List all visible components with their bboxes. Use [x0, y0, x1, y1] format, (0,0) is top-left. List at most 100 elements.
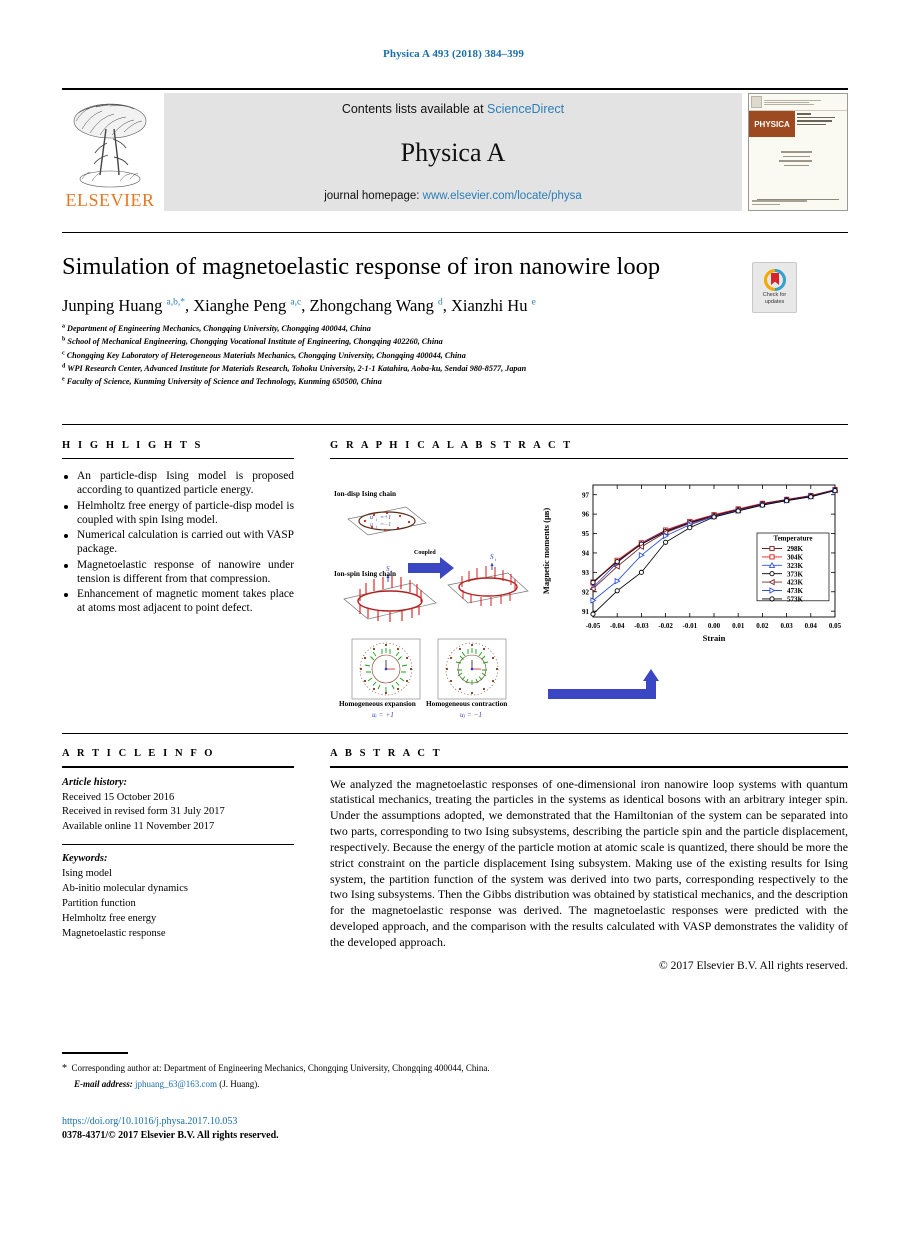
affiliation-e: e Faculty of Science, Kunming University… — [62, 376, 382, 387]
highlights-list: An particle-disp Ising model is proposed… — [62, 469, 294, 616]
svg-text:0.02: 0.02 — [756, 622, 769, 630]
journal-homepage-line: journal homepage: www.elsevier.com/locat… — [324, 190, 582, 202]
svg-text:Strain: Strain — [703, 633, 726, 643]
abstract-section: A B S T R A C T We analyzed the magnetoe… — [330, 748, 848, 972]
masthead-top-rule — [62, 88, 848, 90]
crossmark-label: Check for updates — [763, 292, 787, 305]
crossmark-label-line2: updates — [764, 299, 785, 305]
graphical-abstract-heading-rule — [330, 458, 848, 459]
abstract-text: We analyzed the magnetoelastic responses… — [330, 776, 848, 949]
page-title: Simulation of magnetoelastic response of… — [62, 253, 661, 280]
label-contraction-formula: uⱼ = −1 — [460, 710, 483, 719]
crossmark-icon — [763, 269, 786, 292]
graphical-abstract-figure: Ion-disp Ising chain ui =+1 uj =−1 S i S… — [330, 471, 848, 741]
sciencedirect-link[interactable]: ScienceDirect — [487, 102, 564, 116]
svg-text:S: S — [490, 553, 494, 561]
svg-text:-0.03: -0.03 — [634, 622, 649, 630]
highlight-item: Enhancement of magnetic moment takes pla… — [62, 587, 294, 616]
email-address-link[interactable]: jphuang_63@163.com — [135, 1079, 217, 1089]
svg-text:0.00: 0.00 — [708, 622, 721, 630]
affiliation-a: a Department of Engineering Mechanics, C… — [62, 323, 371, 333]
highlights-band-top-rule — [62, 424, 848, 425]
highlight-item: Helmholtz free energy of particle-disp m… — [62, 499, 294, 528]
chart-svg: -0.05 -0.04 -0.03 -0.02 -0.01 0.00 0.01 0.02 0.0… — [541, 484, 842, 643]
svg-text:i: i — [495, 557, 497, 562]
journal-cover-thumbnail[interactable]: PHYSICA — [748, 93, 848, 211]
keyword-item: Helmholtz free energy — [62, 912, 157, 924]
svg-text:i: i — [376, 517, 377, 522]
article-history-block: Article history: Received 15 October 201… — [62, 776, 294, 836]
cover-band-lines — [795, 111, 847, 137]
graphical-abstract-heading: G R A P H I C A L A B S T R A C T — [330, 440, 573, 451]
contents-available-line: Contents lists available at ScienceDirec… — [342, 102, 564, 116]
keywords-label: Keywords: — [62, 853, 108, 865]
affiliation-c: c Chongqing Key Laboratory of Heterogene… — [62, 349, 466, 360]
journal-title: Physica A — [400, 138, 506, 167]
svg-text:-0.04: -0.04 — [610, 622, 625, 630]
asterisk-icon: * — [62, 1063, 67, 1074]
label-expansion-formula: uᵢ = +1 — [372, 710, 394, 719]
footer-rule — [62, 1052, 128, 1054]
elsevier-wordmark: ELSEVIER — [65, 190, 155, 210]
article-info-section: A R T I C L E I N F O Article history: R… — [62, 748, 294, 942]
magnetic-moment-strain-chart: -0.05 -0.04 -0.03 -0.02 -0.01 0.00 0.01 0.02 0.0… — [535, 471, 847, 661]
svg-text:573K: 573K — [787, 596, 804, 604]
cover-bottom-lines — [752, 200, 844, 207]
svg-text:0.04: 0.04 — [805, 622, 818, 630]
keywords-divider — [62, 844, 294, 846]
blue-elbow-arrow-icon — [548, 669, 659, 699]
corresponding-author-text: Corresponding author at: Department of E… — [71, 1063, 490, 1073]
svg-text:473K: 473K — [787, 587, 804, 595]
svg-text:0.01: 0.01 — [732, 622, 745, 630]
article-history-list: Received 15 October 2016 Received in revi… — [62, 791, 294, 836]
paper-page: Physica A 493 (2018) 384–399 ELSEVIER Co… — [0, 0, 907, 1238]
masthead-center-panel: Contents lists available at ScienceDirec… — [164, 93, 742, 211]
svg-text:298K: 298K — [787, 545, 804, 553]
keywords-block: Keywords: Ising model Ab-initio molecular… — [62, 852, 294, 941]
title-top-rule — [62, 232, 848, 233]
email-address-suffix: (J. Huang). — [219, 1079, 260, 1089]
journal-homepage-link[interactable]: www.elsevier.com/locate/physa — [423, 190, 582, 202]
journal-masthead: ELSEVIER Contents lists available at Sci… — [62, 88, 848, 211]
svg-text:Temperature: Temperature — [774, 535, 813, 543]
label-ion-spin-chain: Ion-spin Ising chain — [334, 569, 397, 578]
abstract-band-top-rule — [62, 733, 848, 734]
svg-text:-0.05: -0.05 — [586, 622, 601, 630]
highlight-item: Magnetoelastic response of nanowire unde… — [62, 558, 294, 587]
label-homogeneous-contraction: Homogeneous contraction — [426, 699, 508, 708]
svg-text:95: 95 — [582, 530, 590, 538]
elsevier-logo: ELSEVIER — [62, 93, 158, 211]
cover-logo-box — [751, 96, 762, 108]
highlights-heading-rule — [62, 458, 294, 459]
highlights-section: H I G H L I G H T S An particle-disp Isi… — [62, 440, 294, 617]
doi-link[interactable]: https://doi.org/10.1016/j.physa.2017.10.… — [62, 1116, 237, 1127]
highlights-heading: H I G H L I G H T S — [62, 440, 203, 451]
svg-text:=+1: =+1 — [380, 515, 391, 521]
keywords-list: Ising model Ab-initio molecular dynamics P… — [62, 867, 294, 942]
svg-text:-0.01: -0.01 — [683, 622, 698, 630]
elsevier-tree-icon — [73, 103, 147, 188]
corresponding-author-note: * Corresponding author at: Department of… — [62, 1060, 762, 1092]
article-history-item: Received in revised form 31 July 2017 — [62, 806, 225, 818]
homepage-prefix: journal homepage: — [324, 190, 423, 202]
article-history-item: Available online 11 November 2017 — [62, 821, 215, 833]
svg-text:91: 91 — [582, 608, 590, 616]
author-list: Junping Huang a,b,*, Xianghe Peng a,c, Z… — [62, 296, 536, 315]
contents-prefix: Contents lists available at — [341, 102, 488, 116]
email-address-label: E-mail address: — [74, 1079, 133, 1089]
svg-text:=−1: =−1 — [380, 522, 391, 528]
svg-text:j: j — [375, 524, 378, 529]
svg-text:97: 97 — [582, 491, 590, 499]
article-info-heading: A R T I C L E I N F O — [62, 748, 216, 759]
highlight-item: Numerical calculation is carried out wit… — [62, 528, 294, 557]
svg-text:423K: 423K — [787, 579, 804, 587]
abstract-heading-rule — [330, 766, 848, 768]
svg-text:304K: 304K — [787, 554, 804, 562]
schematic-diagrams: Ion-disp Ising chain ui =+1 uj =−1 S i S… — [330, 471, 530, 736]
svg-text:u: u — [370, 515, 373, 521]
keyword-item: Ising model — [62, 868, 112, 880]
article-info-heading-rule — [62, 766, 294, 768]
article-history-label: Article history: — [62, 776, 128, 788]
svg-text:-0.02: -0.02 — [658, 622, 673, 630]
affiliation-d: d WPI Research Center, Advanced Institut… — [62, 363, 527, 374]
